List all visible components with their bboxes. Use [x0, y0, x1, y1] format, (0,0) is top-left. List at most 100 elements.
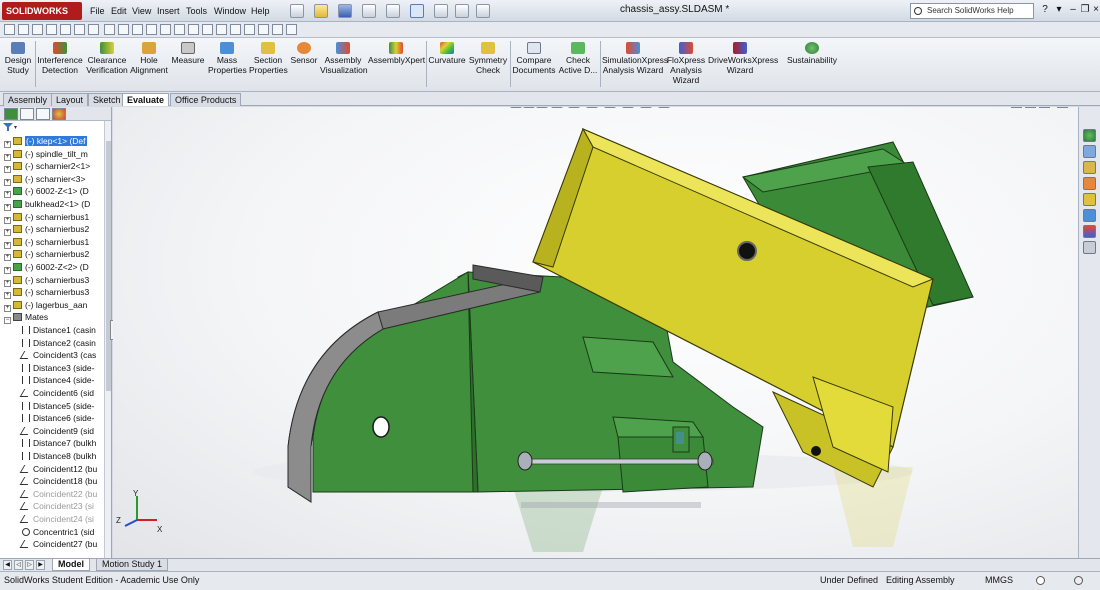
viewport-tile-icon[interactable] — [1011, 107, 1022, 108]
tab-sketch[interactable]: Sketch — [88, 93, 126, 106]
menu-tools[interactable]: Tools — [186, 4, 207, 18]
tree-component-item[interactable]: + (-) scharnierbus2 — [0, 248, 89, 262]
tree-mate-item[interactable]: Coincident12 (bu — [0, 463, 97, 476]
zoom-to-fit-icon[interactable] — [510, 107, 522, 108]
assemblyxpert-button[interactable]: AssemblyXpert — [368, 42, 425, 65]
tree-mate-item[interactable]: Distance7 (bulkh — [0, 437, 96, 450]
tree-mate-item[interactable]: Distance3 (side- — [0, 362, 94, 375]
configuration-manager-tab-icon[interactable] — [36, 108, 50, 120]
curvature-button[interactable]: Curvature — [428, 42, 466, 65]
select-arrow-icon[interactable] — [410, 4, 424, 18]
menu-file[interactable]: File — [90, 4, 105, 18]
appearance-icon[interactable] — [244, 24, 255, 35]
tree-component-item[interactable]: + (-) scharnierbus1 — [0, 211, 89, 224]
next-tab-arrow-icon[interactable]: ▷ — [25, 560, 34, 570]
tree-component-item[interactable]: + (-) lagerbus_aan — [0, 299, 87, 312]
symmetry-check-button[interactable]: Symmetry Check — [468, 42, 508, 75]
tree-component-item[interactable]: + (-) spindle_tilt_m — [0, 148, 88, 161]
section-small-icon[interactable] — [118, 24, 129, 35]
display-style-dropdown-icon[interactable] — [586, 107, 598, 108]
options-gear-icon[interactable] — [476, 4, 490, 18]
tree-component-item[interactable]: + (-) 6002-Z<1> (D — [0, 185, 89, 199]
menu-insert[interactable]: Insert — [157, 4, 180, 18]
tree-mate-item[interactable]: Distance5 (side- — [0, 400, 94, 413]
measure-button[interactable]: Measure — [171, 42, 205, 65]
prev-tab-arrow-icon[interactable]: ◁ — [14, 560, 23, 570]
tree-component-item[interactable]: + (-) scharnierbus3 — [0, 286, 89, 300]
tab-evaluate[interactable]: Evaluate — [122, 93, 170, 106]
new-document-icon[interactable] — [290, 4, 304, 18]
tree-component-item[interactable]: + (-) scharnier<3> — [0, 173, 85, 186]
tree-component-item[interactable]: + (-) scharnierbus1 — [0, 236, 89, 249]
view-settings-icon[interactable] — [658, 107, 670, 108]
menu-edit[interactable]: Edit — [111, 4, 127, 18]
menu-window[interactable]: Window — [214, 4, 246, 18]
tree-mate-item[interactable]: Concentric1 (sid — [0, 526, 94, 539]
custom-properties-icon[interactable] — [1083, 209, 1096, 222]
edit-appearance-icon[interactable] — [622, 107, 634, 108]
undo-icon[interactable] — [386, 4, 400, 18]
sketch-tool-icon[interactable] — [4, 24, 15, 35]
tree-mate-item[interactable]: Distance1 (casin — [0, 324, 96, 337]
mass-properties-button[interactable]: Mass Properties — [208, 42, 247, 75]
simulationxpress-button[interactable]: SimulationXpress Analysis Wizard — [602, 42, 668, 75]
line-tool-icon[interactable] — [32, 24, 43, 35]
compare-documents-button[interactable]: Compare Documents — [512, 42, 556, 75]
tree-mate-item[interactable]: Distance8 (bulkh — [0, 450, 96, 463]
section-view-icon[interactable] — [551, 107, 563, 108]
solidworks-logo[interactable]: SOLIDWORKS — [2, 2, 82, 20]
tree-component-item[interactable]: + (-) scharnier2<1> — [0, 160, 90, 174]
check-small-icon[interactable] — [132, 24, 143, 35]
status-units[interactable]: MMGS — [985, 572, 1013, 589]
menu-view[interactable]: View — [132, 4, 151, 18]
plane-icon[interactable] — [160, 24, 171, 35]
zoom-to-area-icon[interactable] — [523, 107, 535, 108]
tab-office-products[interactable]: Office Products — [170, 93, 242, 106]
apply-scene-icon[interactable] — [640, 107, 652, 108]
pan-icon[interactable] — [286, 24, 297, 35]
tab-assembly[interactable]: Assembly — [3, 93, 53, 106]
help-question-icon[interactable]: ? — [1038, 3, 1052, 17]
tree-mate-item[interactable]: Coincident23 (si — [0, 500, 94, 513]
tree-mate-item[interactable]: Distance6 (side- — [0, 412, 94, 425]
tree-mate-item[interactable]: Coincident9 (sid — [0, 425, 94, 438]
status-info-icon[interactable] — [1036, 576, 1045, 585]
tree-component-item[interactable]: + bulkhead2<1> (D — [0, 198, 90, 211]
solidworks-resources-icon[interactable] — [1083, 129, 1096, 142]
filter-icon[interactable] — [2, 122, 18, 132]
move-component-icon[interactable] — [174, 24, 185, 35]
tree-component-item[interactable]: + (-) 6002-Z<2> (D — [0, 261, 89, 274]
viewport-restore-icon[interactable] — [1039, 107, 1050, 108]
zoom-fit-icon[interactable] — [272, 24, 283, 35]
circle-tool-icon[interactable] — [46, 24, 57, 35]
sensor-button[interactable]: Sensor — [289, 42, 319, 65]
document-recovery-icon[interactable] — [1083, 225, 1096, 238]
reference-axis-icon[interactable] — [146, 24, 157, 35]
viewport-minimize-icon[interactable] — [1025, 107, 1036, 108]
driveworksxpress-button[interactable]: DriveWorksXpress Wizard — [708, 42, 778, 75]
view-palette-icon[interactable] — [1083, 177, 1096, 190]
print-icon[interactable] — [362, 4, 376, 18]
rectangle-tool-icon[interactable] — [60, 24, 71, 35]
tree-mate-item[interactable]: Distance4 (side- — [0, 374, 94, 387]
tree-mate-item[interactable]: Coincident27 (bu — [0, 538, 97, 551]
tab-layout[interactable]: Layout — [51, 93, 89, 106]
check-active-document-button[interactable]: Check Active D... — [558, 42, 598, 75]
mass-small-icon[interactable] — [104, 24, 115, 35]
view-orientation-dropdown-icon[interactable] — [568, 107, 580, 108]
equation-icon[interactable] — [74, 24, 85, 35]
display-style-icon[interactable] — [216, 24, 227, 35]
close-icon[interactable]: × — [1089, 3, 1100, 17]
hole-alignment-button[interactable]: Hole Alignment — [130, 42, 168, 75]
tree-mate-item[interactable]: Coincident6 (sid — [0, 387, 94, 400]
interference-detection-button[interactable]: Interference Detection — [37, 42, 83, 75]
hide-show-icon[interactable] — [230, 24, 241, 35]
last-tab-arrow-icon[interactable]: ▶ — [36, 560, 45, 570]
search-help-input[interactable]: Search SolidWorks Help — [910, 3, 1034, 19]
appearances-icon[interactable] — [1083, 193, 1096, 206]
status-help-icon[interactable] — [1074, 576, 1083, 585]
open-folder-icon[interactable] — [314, 4, 328, 18]
file-properties-icon[interactable] — [455, 4, 469, 18]
section-properties-button[interactable]: Section Properties — [249, 42, 288, 75]
tree-mate-item[interactable]: Coincident18 (bu — [0, 475, 97, 488]
